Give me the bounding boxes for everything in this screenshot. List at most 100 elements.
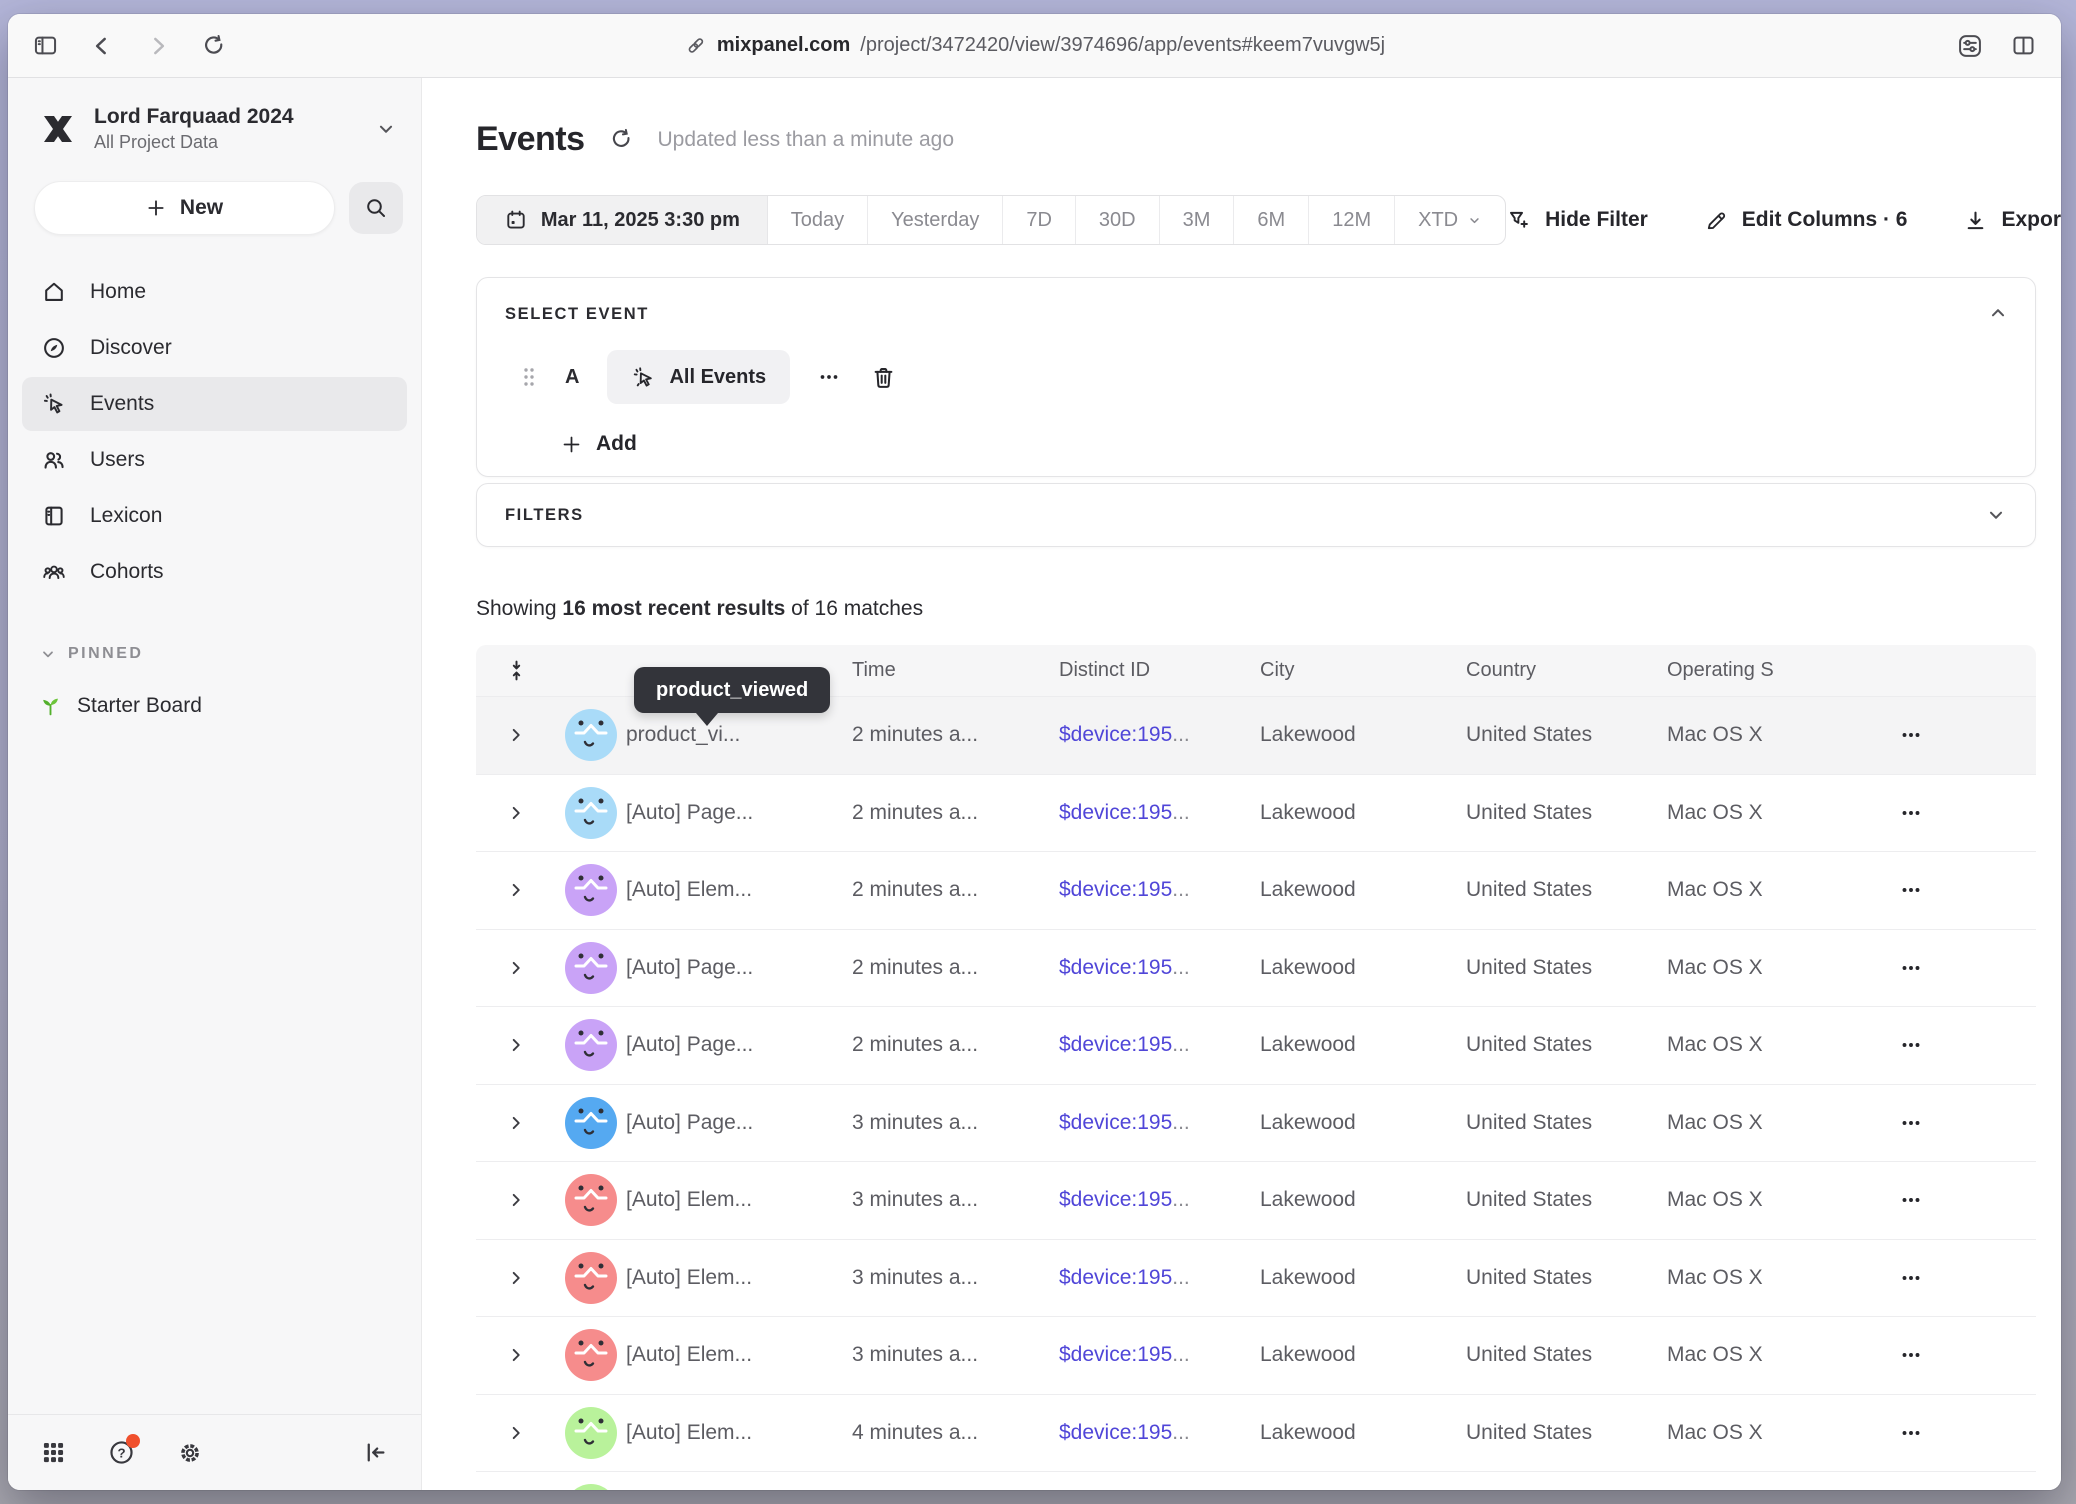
preset-30d[interactable]: 30D [1076,196,1160,244]
row-expander-icon[interactable] [476,1267,556,1289]
row-expander-icon[interactable] [476,1344,556,1366]
all-events-chip[interactable]: All Events [607,350,790,404]
row-more-options-icon[interactable] [1866,1265,1956,1291]
row-expander-icon[interactable] [476,802,556,824]
preset-xtd[interactable]: XTD [1395,196,1505,244]
hide-filter-button[interactable]: Hide Filter [1506,207,1648,233]
collapse-rows-icon[interactable] [476,658,556,683]
row-expander-icon[interactable] [476,1034,556,1056]
cell-distinct-id[interactable]: $device:195... [1059,878,1260,902]
cell-time: 2 minutes a... [852,878,1059,902]
collapse-sidebar-icon[interactable] [362,1439,389,1466]
preset-7d[interactable]: 7D [1003,196,1076,244]
pinned-label: PINNED [68,645,143,663]
notification-badge [126,1434,140,1448]
row-more-options-icon[interactable] [1866,800,1956,826]
sidebar-item-lexicon[interactable]: Lexicon [22,489,407,543]
sidebar-item-users[interactable]: Users [22,433,407,487]
pencil-icon [1704,208,1729,233]
cell-distinct-id[interactable]: $device:195... [1059,956,1260,980]
preset-12m[interactable]: 12M [1309,196,1395,244]
row-expander-icon[interactable] [476,724,556,746]
page-settings-icon[interactable] [1956,32,1984,60]
row-expander-icon[interactable] [476,1112,556,1134]
forward-arrow-icon[interactable] [145,33,171,59]
gear-icon[interactable] [176,1439,204,1467]
cell-os: Mac OS X [1667,878,1866,902]
preset-today[interactable]: Today [768,196,868,244]
refresh-icon[interactable] [201,33,227,59]
row-expander-icon[interactable] [476,1422,556,1444]
new-button[interactable]: New [34,181,335,235]
cell-distinct-id[interactable]: $device:195... [1059,1266,1260,1290]
cell-country: United States [1466,1188,1667,1212]
project-switcher[interactable]: Lord Farquaad 2024 All Project Data [38,104,397,153]
table-row[interactable]: [Auto] Elem... 3 minutes a... $device:19… [476,1162,2036,1240]
table-row[interactable]: [Auto] Elem... 3 minutes a... $device:19… [476,1240,2036,1318]
chevron-down-icon[interactable] [1985,504,2007,526]
browser-sidebar-toggle-icon[interactable] [32,32,59,59]
cell-event-name: product_vi... [626,723,852,747]
split-view-icon[interactable] [2010,32,2037,59]
row-more-options-icon[interactable] [1866,722,1956,748]
row-more-options-icon[interactable] [1866,955,1956,981]
link-icon [684,34,707,57]
header-country[interactable]: Country [1466,659,1667,682]
help-button[interactable]: ? [107,1438,136,1467]
url-bar[interactable]: mixpanel.com/project/3472420/view/397469… [684,34,1385,57]
back-arrow-icon[interactable] [89,33,115,59]
sidebar-item-home[interactable]: Home [22,265,407,319]
table-row[interactable]: [Auto] Page... 2 minutes a... $device:19… [476,930,2036,1008]
row-more-options-icon[interactable] [1866,877,1956,903]
cell-time: 3 minutes a... [852,1343,1059,1367]
table-row[interactable]: [Auto] Page... 2 minutes a... $device:19… [476,775,2036,853]
table-row[interactable]: [Auto] Elem... 3 minutes a... $device:19… [476,1317,2036,1395]
table-row[interactable]: [Auto] Page... 3 minutes a... $device:19… [476,1085,2036,1163]
sidebar-item-cohorts[interactable]: Cohorts [22,545,407,599]
header-city[interactable]: City [1260,659,1466,682]
preset-6m[interactable]: 6M [1234,196,1309,244]
table-row[interactable]: [Auto] Elem... 2 minutes a... $device:19… [476,852,2036,930]
row-more-options-icon[interactable] [1866,1342,1956,1368]
header-distinct-id[interactable]: Distinct ID [1059,659,1260,682]
trash-icon[interactable] [870,364,897,391]
date-range-current[interactable]: Mar 11, 2025 3:30 pm [477,196,768,244]
cell-distinct-id[interactable]: $device:195... [1059,1343,1260,1367]
cell-distinct-id[interactable]: $device:195... [1059,723,1260,747]
sidebar-item-events[interactable]: Events [22,377,407,431]
row-expander-icon[interactable] [476,1189,556,1211]
row-expander-icon[interactable] [476,957,556,979]
search-button[interactable] [349,182,403,234]
row-more-options-icon[interactable] [1866,1032,1956,1058]
preset-yesterday[interactable]: Yesterday [868,196,1003,244]
sidebar-item-starter-board[interactable]: Starter Board [38,693,421,718]
cell-city: Lakewood [1260,801,1466,825]
cell-distinct-id[interactable]: $device:195... [1059,1421,1260,1445]
row-more-options-icon[interactable] [1866,1110,1956,1136]
cell-distinct-id[interactable]: $device:195... [1059,1033,1260,1057]
table-row[interactable]: [Auto] Elem... 4 minutes a... $device:19… [476,1472,2036,1490]
header-os[interactable]: Operating S [1667,659,1866,682]
header-time[interactable]: Time [852,659,1059,682]
chevron-up-icon[interactable] [1987,302,2009,324]
preset-3m[interactable]: 3M [1160,196,1235,244]
event-more-options-icon[interactable] [816,364,842,390]
apps-grid-icon[interactable] [40,1439,67,1466]
cell-distinct-id[interactable]: $device:195... [1059,1111,1260,1135]
table-row[interactable]: [Auto] Elem... 4 minutes a... $device:19… [476,1395,2036,1473]
edit-columns-button[interactable]: Edit Columns · 6 [1704,208,1908,233]
row-more-options-icon[interactable] [1866,1420,1956,1446]
sidebar-item-discover[interactable]: Discover [22,321,407,375]
cell-distinct-id[interactable]: $device:195... [1059,801,1260,825]
add-event-button[interactable]: Add [561,432,2007,456]
pinned-section-header[interactable]: PINNED [40,645,421,663]
cell-time: 4 minutes a... [852,1421,1059,1445]
cell-distinct-id[interactable]: $device:195... [1059,1188,1260,1212]
table-row[interactable]: [Auto] Page... 2 minutes a... $device:19… [476,1007,2036,1085]
drag-handle-icon[interactable] [519,364,539,390]
export-button[interactable]: Export [1963,208,2061,233]
new-button-label: New [180,196,223,220]
row-more-options-icon[interactable] [1866,1187,1956,1213]
row-expander-icon[interactable] [476,879,556,901]
refresh-results-icon[interactable] [609,127,634,152]
